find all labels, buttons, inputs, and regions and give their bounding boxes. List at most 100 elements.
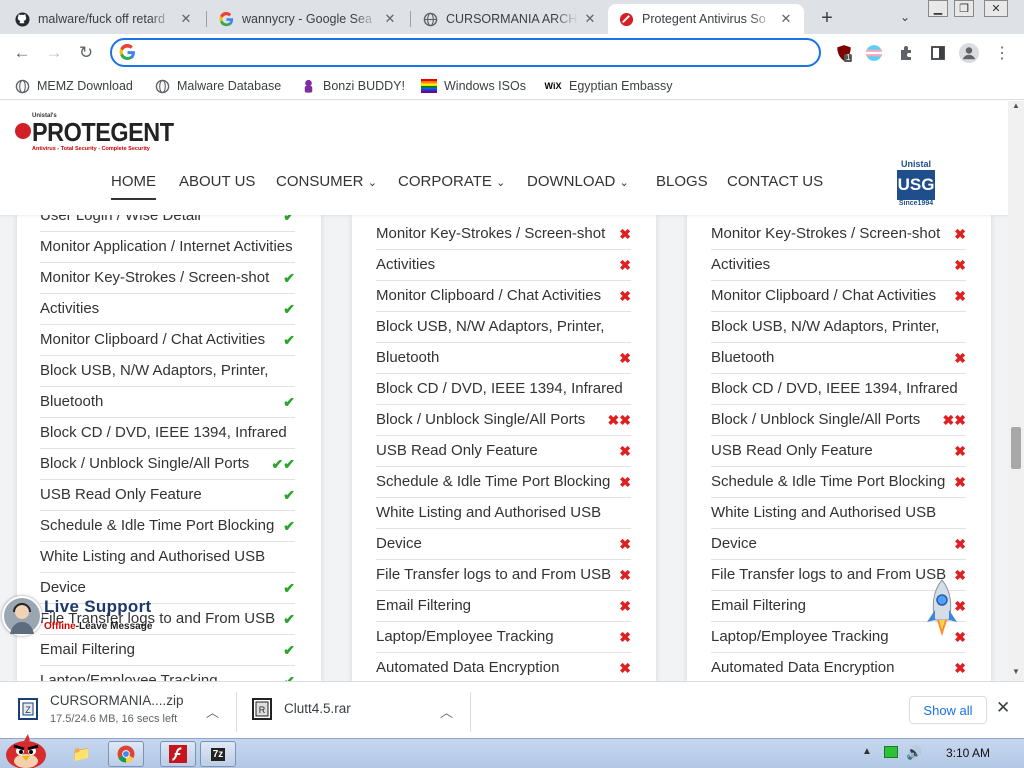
bookmark-label: MEMZ Download	[37, 79, 133, 93]
feature-label: Monitor Clipboard / Chat Activities	[711, 287, 937, 304]
checkmark-icon: ✔	[283, 487, 295, 503]
bookmark-malware-database[interactable]: Malware Database	[154, 77, 281, 95]
feature-label: White Listing and Authorised USB	[376, 504, 602, 521]
back-to-top-rocket-icon[interactable]	[922, 578, 962, 642]
side-panel-icon[interactable]	[928, 43, 948, 63]
leave-message-link[interactable]: -Leave Message	[76, 621, 153, 632]
feature-label: File Transfer logs to and From USB	[711, 566, 947, 583]
scroll-down-arrow-icon[interactable]: ▼	[1012, 667, 1020, 676]
feature-row: File Transfer logs to and From USB ✖	[376, 560, 631, 591]
tray-arrow-icon[interactable]: ▲	[862, 746, 872, 757]
close-tab-icon[interactable]: ✕	[382, 11, 398, 27]
support-status: Offline	[44, 621, 76, 632]
feature-row: USB Read Only Feature ✔	[40, 480, 295, 511]
reload-icon[interactable]: ↻	[74, 41, 98, 65]
tab-title: wannycry - Google Sea	[242, 12, 372, 26]
bookmark-bonzi-buddy[interactable]: Bonzi BUDDY!	[300, 77, 405, 95]
profile-avatar-icon[interactable]	[959, 43, 979, 63]
feature-label: Bluetooth	[376, 349, 440, 366]
download-item-cursormania[interactable]: Z CURSORMANIA....zip 17.5/24.6 MB, 16 se…	[18, 690, 228, 730]
ublock-extension-icon[interactable]: 1	[834, 43, 854, 63]
cross-icon: ✖	[619, 443, 631, 459]
nav-download[interactable]: DOWNLOAD ⌄	[527, 173, 629, 190]
feature-label: Activities	[376, 256, 436, 273]
feature-row: Activities ✖	[376, 250, 631, 281]
protegent-icon	[618, 11, 634, 27]
chevron-up-icon[interactable]: ︿	[206, 702, 219, 721]
forward-arrow-icon[interactable]: →	[42, 41, 66, 65]
trans-flag-extension-icon[interactable]	[864, 43, 884, 63]
new-tab-button[interactable]: +	[815, 6, 839, 30]
angry-bird-start-icon[interactable]	[2, 733, 50, 768]
tab-protegent[interactable]: Protegent Antivirus So ✕	[608, 4, 804, 34]
scroll-up-arrow-icon[interactable]: ▲	[1012, 101, 1020, 110]
zip-file-icon: Z	[18, 698, 38, 720]
bookmark-windows-isos[interactable]: Windows ISOs	[421, 77, 526, 95]
live-support-widget[interactable]: Live Support Offline-Leave Message	[0, 596, 170, 638]
bookmark-egyptian-embassy[interactable]: WiX Egyptian Embassy	[544, 77, 673, 95]
taskbar-flash-button[interactable]	[160, 741, 196, 767]
feature-label: Block USB, N/W Adaptors, Printer,	[711, 318, 940, 335]
taskbar-clock[interactable]: 3:10 AM	[946, 746, 990, 760]
cross-icon: ✖	[619, 474, 631, 490]
feature-label: Email Filtering	[711, 597, 807, 614]
page-scrollbar[interactable]: ▲ ▼	[1008, 101, 1024, 681]
rar-file-icon: R	[252, 698, 272, 720]
feature-row: Bluetooth ✖	[711, 343, 966, 374]
tab-search-chevron-icon[interactable]: ⌄	[896, 8, 914, 26]
explorer-icon[interactable]: 📁	[72, 745, 91, 763]
close-tab-icon[interactable]: ✕	[178, 11, 194, 27]
close-tab-icon[interactable]: ✕	[778, 11, 794, 27]
feature-label: Monitor Application / Internet Activitie…	[40, 238, 293, 255]
protegent-logo[interactable]: Unistal's PROTEGENT Antivirus - Total Se…	[14, 113, 174, 153]
download-item-clutt[interactable]: R Clutt4.5.rar ︿	[252, 690, 462, 730]
back-arrow-icon[interactable]: ←	[10, 41, 34, 65]
usg-logo[interactable]: Unistal USG Since1994	[893, 159, 939, 211]
checkmark-icon: ✔	[283, 394, 295, 410]
feature-row: Monitor Clipboard / Chat Activities ✖	[711, 281, 966, 312]
tab-google-search[interactable]: wannycry - Google Sea ✕	[208, 4, 408, 34]
feature-label: Monitor Key-Strokes / Screen-shot	[40, 269, 270, 286]
volume-icon[interactable]: 🔊	[906, 745, 922, 761]
show-all-downloads-button[interactable]: Show all	[909, 696, 987, 724]
taskbar-chrome-button[interactable]	[108, 741, 144, 767]
bookmark-memz[interactable]: MEMZ Download	[14, 77, 133, 95]
feature-row: USB Read Only Feature ✖	[376, 436, 631, 467]
feature-row: Device ✖	[376, 529, 631, 560]
feature-row: Monitor Key-Strokes / Screen-shot ✖	[376, 219, 631, 250]
minimize-button[interactable]: ▁	[928, 0, 948, 17]
bookmark-label: Windows ISOs	[444, 79, 526, 93]
close-window-button[interactable]: ✕	[984, 0, 1008, 17]
chevron-up-icon[interactable]: ︿	[440, 702, 453, 721]
nav-blogs[interactable]: BLOGS	[656, 173, 708, 190]
nav-consumer[interactable]: CONSUMER ⌄	[276, 173, 377, 190]
feature-row: Laptop/Employee Tracking ✖	[376, 622, 631, 653]
cross-icon: ✖	[954, 536, 966, 552]
restore-button[interactable]: ❐	[954, 0, 974, 17]
feature-row: Activities ✔	[40, 294, 295, 325]
tab-title: malware/fuck off retard	[38, 12, 165, 26]
bookmark-label: Bonzi BUDDY!	[323, 79, 405, 93]
nav-about-us[interactable]: ABOUT US	[179, 173, 255, 190]
feature-label: Schedule & Idle Time Port Blocking	[376, 473, 611, 490]
feature-row: Monitor Clipboard / Chat Activities ✖	[376, 281, 631, 312]
checkmark-icon: ✔	[283, 270, 295, 286]
tab-github[interactable]: malware/fuck off retard ✕	[4, 4, 204, 34]
nav-contact-us[interactable]: CONTACT US	[727, 173, 823, 190]
network-icon[interactable]	[884, 746, 898, 758]
taskbar-7zip-button[interactable]: 7z	[200, 741, 236, 767]
kebab-menu-icon[interactable]: ⋮	[992, 43, 1012, 63]
nav-corporate[interactable]: CORPORATE ⌄	[398, 173, 505, 190]
tab-cursormania[interactable]: CURSORMANIA ARCHI ✕	[412, 4, 608, 34]
puzzle-extensions-icon[interactable]	[896, 43, 916, 63]
address-input[interactable]	[142, 43, 802, 62]
scrollbar-thumb[interactable]	[1011, 427, 1021, 469]
nav-home[interactable]: HOME	[111, 173, 156, 200]
close-downloads-bar-icon[interactable]: ✕	[996, 698, 1010, 718]
feature-label: Monitor Clipboard / Chat Activities	[40, 331, 266, 348]
address-bar[interactable]	[110, 38, 821, 67]
feature-row: Automated Data Encryption ✖	[711, 653, 966, 681]
svg-text:R: R	[259, 705, 266, 715]
feature-label: White Listing and Authorised USB	[40, 548, 266, 565]
close-tab-icon[interactable]: ✕	[582, 11, 598, 27]
